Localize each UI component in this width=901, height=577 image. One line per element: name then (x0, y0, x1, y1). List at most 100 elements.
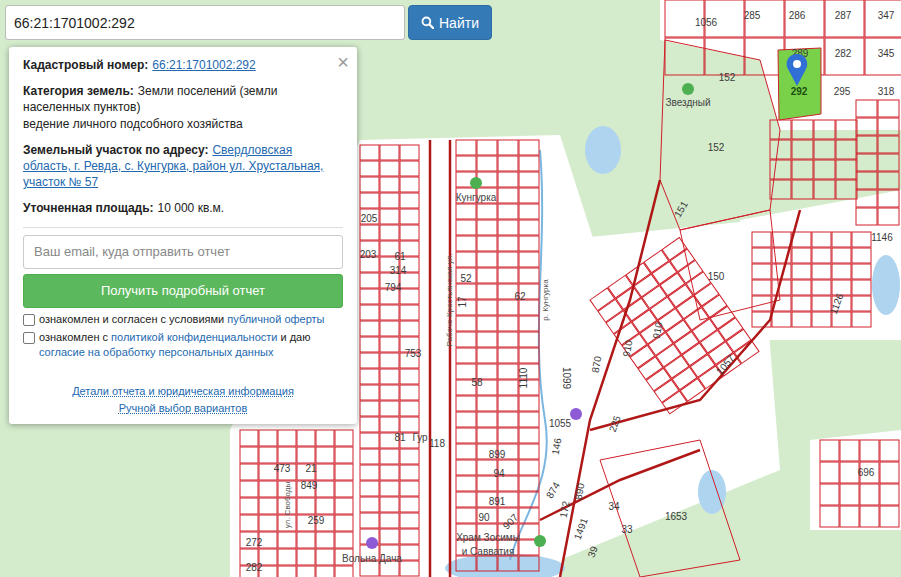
parcel[interactable] (814, 160, 835, 179)
parcel[interactable] (400, 513, 419, 528)
parcel[interactable] (456, 332, 476, 347)
parcel[interactable] (456, 556, 476, 571)
parcel[interactable] (456, 236, 476, 251)
parcel[interactable] (335, 515, 353, 531)
parcel[interactable] (519, 460, 539, 475)
parcel[interactable] (856, 136, 877, 153)
parcel[interactable] (498, 364, 518, 379)
parcel[interactable] (456, 252, 476, 267)
parcel[interactable] (792, 180, 813, 199)
parcel[interactable] (240, 498, 258, 514)
parcel[interactable] (752, 280, 771, 295)
parcel[interactable] (856, 172, 877, 189)
parcel[interactable] (477, 396, 497, 411)
parcel[interactable] (752, 312, 771, 327)
parcel[interactable] (380, 177, 399, 192)
parcel[interactable] (400, 369, 419, 384)
parcel[interactable] (360, 465, 379, 480)
parcel[interactable] (852, 296, 871, 311)
parcel[interactable] (380, 385, 399, 400)
parcel[interactable] (812, 280, 831, 295)
parcel[interactable] (860, 484, 879, 505)
parcel[interactable] (770, 120, 791, 139)
parcel[interactable] (852, 312, 871, 327)
parcel[interactable] (498, 556, 518, 571)
parcel[interactable] (498, 332, 518, 347)
parcel[interactable] (792, 232, 811, 247)
parcel[interactable] (360, 417, 379, 432)
parcel[interactable] (840, 484, 859, 505)
parcel[interactable] (400, 401, 419, 416)
parcel[interactable] (498, 396, 518, 411)
parcel[interactable] (498, 268, 518, 283)
parcel[interactable] (360, 385, 379, 400)
parcel[interactable] (498, 348, 518, 363)
parcel[interactable] (316, 447, 334, 463)
close-button[interactable]: × (337, 49, 349, 76)
parcel[interactable] (836, 140, 857, 159)
parcel[interactable] (456, 476, 476, 491)
parcel[interactable] (380, 305, 399, 320)
parcel[interactable] (519, 428, 539, 443)
parcel[interactable] (519, 220, 539, 235)
parcel[interactable] (878, 136, 899, 153)
search-input[interactable] (5, 5, 405, 40)
parcel[interactable] (477, 236, 497, 251)
parcel[interactable] (856, 118, 877, 135)
email-input[interactable] (23, 235, 343, 269)
parcel[interactable] (360, 369, 379, 384)
parcel[interactable] (360, 449, 379, 464)
parcel[interactable] (852, 232, 871, 247)
parcel[interactable] (335, 447, 353, 463)
parcel[interactable] (380, 465, 399, 480)
parcel[interactable] (477, 220, 497, 235)
parcel[interactable] (498, 380, 518, 395)
parcel[interactable] (880, 462, 899, 483)
parcel[interactable] (456, 140, 476, 155)
parcel[interactable] (477, 284, 497, 299)
parcel[interactable] (498, 252, 518, 267)
parcel[interactable] (792, 296, 811, 311)
parcel-150[interactable] (680, 210, 780, 320)
parcel[interactable] (519, 140, 539, 155)
parcel[interactable] (400, 417, 419, 432)
parcel[interactable] (360, 513, 379, 528)
parcel[interactable] (519, 412, 539, 427)
footer-link[interactable]: Детали отчета и юридическая информация (72, 384, 294, 399)
parcel[interactable] (812, 248, 831, 263)
parcel[interactable] (360, 433, 379, 448)
parcel[interactable] (335, 498, 353, 514)
parcel[interactable] (380, 417, 399, 432)
parcel[interactable] (400, 545, 419, 560)
parcel[interactable] (278, 447, 296, 463)
parcel[interactable] (792, 160, 813, 179)
parcel[interactable] (259, 447, 277, 463)
parcel[interactable] (477, 140, 497, 155)
parcel[interactable] (240, 430, 258, 446)
parcel-152[interactable] (660, 40, 780, 230)
parcel[interactable] (880, 484, 899, 505)
parcel[interactable] (400, 481, 419, 496)
parcel[interactable] (456, 316, 476, 331)
parcel[interactable] (836, 120, 857, 139)
parcel[interactable] (640, 321, 665, 344)
parcel[interactable] (477, 300, 497, 315)
parcel[interactable] (792, 248, 811, 263)
parcel[interactable] (400, 225, 419, 240)
parcel[interactable] (380, 145, 399, 160)
parcel[interactable] (519, 300, 539, 315)
parcel[interactable] (519, 556, 539, 571)
parcel[interactable] (519, 508, 539, 523)
parcel[interactable] (694, 283, 719, 306)
parcel[interactable] (259, 498, 277, 514)
parcel[interactable] (380, 497, 399, 512)
parcel[interactable] (519, 444, 539, 459)
parcel[interactable] (380, 369, 399, 384)
parcel[interactable] (259, 430, 277, 446)
parcel[interactable] (380, 321, 399, 336)
parcel[interactable] (852, 264, 871, 279)
parcel[interactable] (380, 225, 399, 240)
parcel[interactable] (400, 465, 419, 480)
parcel[interactable] (820, 506, 839, 527)
parcel[interactable] (820, 462, 839, 483)
